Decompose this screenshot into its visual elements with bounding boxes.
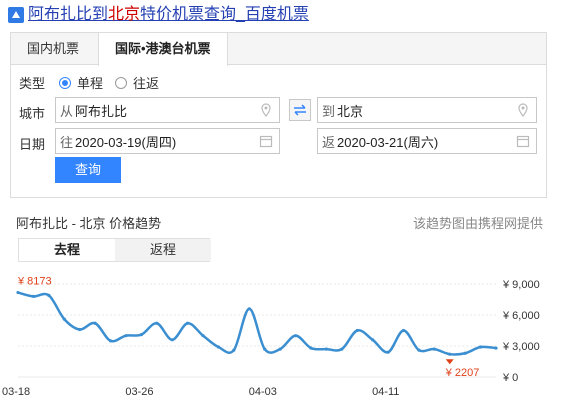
y-tick-label: ¥ 3,000 (502, 341, 540, 353)
trend-source-note: 该趋势图由携程网提供 (412, 216, 543, 231)
x-tick-label: 04-11 (372, 386, 399, 398)
price-point (31, 294, 36, 298)
price-point (124, 334, 128, 338)
price-point (278, 347, 282, 351)
y-tick-label: ¥ 0 (502, 372, 518, 384)
from-prefix: 从 (60, 103, 74, 119)
price-point (155, 321, 159, 325)
price-point (340, 347, 344, 351)
price-point (293, 334, 298, 338)
tab-outbound[interactable]: 去程 (19, 239, 115, 261)
to-prefix: 到 (322, 103, 336, 119)
location-pin-icon (518, 103, 528, 117)
search-button[interactable]: 查询 (55, 157, 121, 183)
max-price-label: ¥ 8173 (17, 276, 52, 288)
depart-date-value: 2020-03-19(周四) (75, 134, 177, 150)
title-part-1: 阿布扎比到 (28, 6, 109, 23)
to-city-value: 北京 (337, 103, 364, 119)
price-point (309, 346, 313, 350)
tab-return[interactable]: 返程 (115, 239, 211, 261)
radio-dot (59, 76, 71, 89)
min-price-label: ¥ 2207 (445, 367, 480, 379)
price-point (401, 328, 406, 333)
price-point (232, 348, 236, 352)
one-way-label: 单程 (77, 76, 104, 91)
date-label: 日期 (19, 137, 46, 152)
price-point (463, 351, 467, 355)
to-city-field[interactable]: 到 北京 (317, 97, 537, 123)
y-tick-label: ¥ 6,000 (502, 310, 540, 322)
ticket-type-tabs: 国内机票 国际•港澳台机票 (11, 33, 546, 66)
y-tick-label: ¥ 9,000 (502, 279, 540, 291)
price-point (386, 350, 390, 354)
page-title-link[interactable]: 阿布扎比到北京特价机票查询_百度机票 (28, 5, 309, 25)
x-tick-label: 04-03 (249, 386, 277, 398)
round-trip-label: 往返 (133, 76, 160, 91)
title-highlight: 北京 (108, 6, 141, 23)
price-point (47, 293, 51, 297)
price-point (448, 352, 452, 356)
brand-logo-icon (8, 7, 24, 23)
swap-arrows-icon (294, 104, 306, 116)
depart-prefix: 往 (60, 134, 74, 150)
return-prefix: 返 (322, 134, 336, 150)
title-part-2: 特价机票查询_百度机票 (140, 6, 309, 23)
price-point (478, 345, 483, 349)
tab-domestic[interactable]: 国内机票 (11, 33, 95, 65)
from-city-field[interactable]: 从 阿布扎比 (55, 97, 280, 123)
price-point (417, 348, 421, 352)
trend-title: 阿布扎比 - 北京 价格趋势 (16, 216, 162, 231)
price-point (494, 346, 498, 350)
search-panel: 国内机票 国际•港澳台机票 类型 单程 往返 城市 从 阿布扎比 到 北京 日期 (10, 32, 547, 198)
x-tick-label: 03-18 (2, 386, 30, 398)
price-point (247, 307, 251, 311)
min-marker-icon (445, 359, 454, 365)
return-date-field[interactable]: 返 2020-03-21(周六) (317, 128, 537, 154)
price-point (432, 347, 436, 351)
depart-date-field[interactable]: 往 2020-03-19(周四) (55, 128, 280, 154)
price-point (201, 334, 205, 338)
price-point (371, 338, 375, 342)
calendar-icon (516, 135, 530, 148)
price-point (93, 321, 97, 325)
city-label: 城市 (19, 106, 46, 121)
x-tick-label: 03-26 (125, 386, 153, 398)
price-series-line (17, 291, 497, 356)
radio-dot (115, 76, 127, 89)
price-point (216, 345, 221, 349)
one-way-radio[interactable]: 单程 (59, 73, 103, 92)
swap-cities-button[interactable] (289, 99, 311, 121)
calendar-icon (259, 135, 273, 148)
return-date-value: 2020-03-21(周六) (337, 134, 439, 150)
price-point (324, 347, 328, 351)
trend-direction-tabs: 去程 返程 (18, 238, 211, 262)
price-point (139, 333, 143, 337)
price-point (78, 327, 82, 332)
price-point (263, 347, 267, 351)
price-point (108, 339, 113, 343)
type-label: 类型 (19, 76, 46, 91)
price-trend-chart: ¥ 0 ¥ 3,000 ¥ 6,000 ¥ 9,000 03-18 03-26 04-03 0… (2, 276, 540, 398)
page-header: 阿布扎比到北京特价机票查询_百度机票 (8, 4, 309, 26)
price-point (62, 317, 66, 321)
tab-international[interactable]: 国际•港澳台机票 (98, 33, 228, 66)
price-point (355, 328, 359, 333)
round-trip-radio[interactable]: 往返 (115, 73, 159, 92)
price-point (16, 290, 20, 295)
price-point (186, 321, 190, 325)
from-city-value: 阿布扎比 (75, 103, 128, 119)
location-pin-icon (261, 103, 271, 117)
price-point (170, 338, 174, 342)
